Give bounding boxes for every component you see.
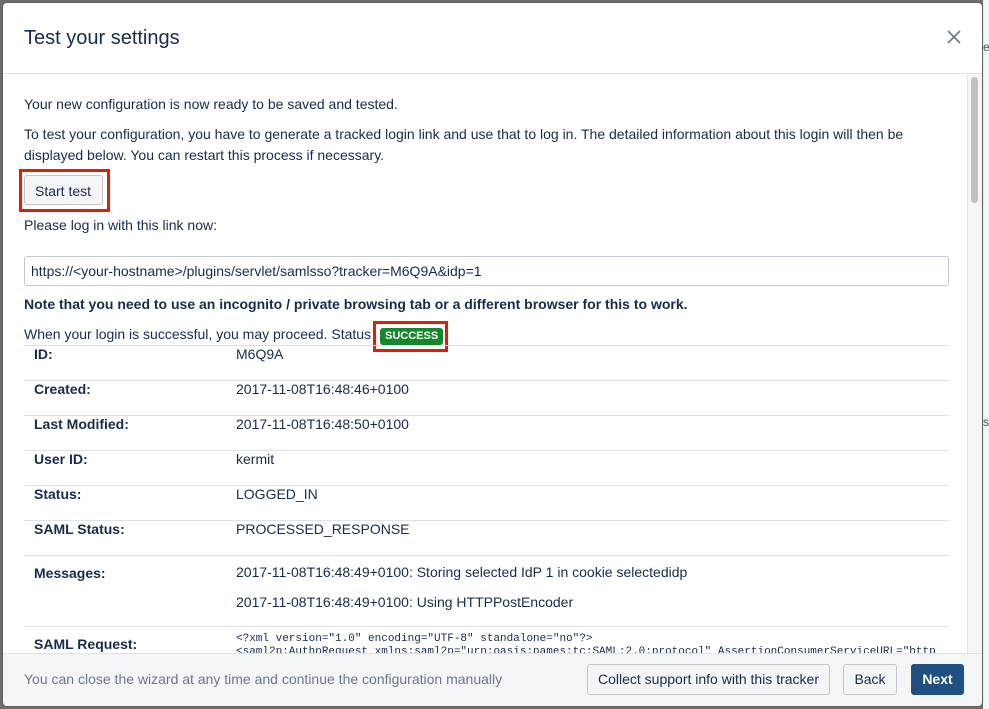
- created-value: 2017-11-08T16:48:46+0100: [226, 380, 949, 416]
- instructions-line-1: To test your configuration, you have to …: [24, 126, 904, 142]
- messages-label: Messages:: [24, 555, 226, 627]
- intro-text: Your new configuration is now ready to b…: [24, 96, 398, 112]
- collect-support-info-button[interactable]: Collect support info with this tracker: [587, 664, 830, 695]
- status-prefix: When your login is successful, you may p…: [24, 326, 372, 342]
- saml-status-label: SAML Status:: [24, 520, 226, 556]
- scrollbar-thumb[interactable]: [971, 77, 978, 203]
- dialog-footer: You can close the wizard at any time and…: [3, 653, 982, 706]
- id-value: M6Q9A: [226, 345, 949, 381]
- modified-value: 2017-11-08T16:48:50+0100: [226, 415, 949, 451]
- saml-request-code-line: <?xml version="1.0" encoding="UTF-8" sta…: [236, 633, 593, 645]
- message-item: 2017-11-08T16:48:49+0100: Using HTTPPost…: [236, 594, 574, 610]
- status-label: Status:: [24, 485, 226, 521]
- background-fragment: e: [983, 40, 989, 54]
- back-button[interactable]: Back: [843, 664, 897, 695]
- saml-status-value: PROCESSED_RESPONSE: [226, 520, 949, 556]
- table-row: Status: LOGGED_IN: [24, 485, 949, 521]
- dialog-title: Test your settings: [24, 27, 180, 49]
- table-row: User ID: kermit: [24, 450, 949, 486]
- tracker-details-table: ID: M6Q9A Created: 2017-11-08T16:48:46+0…: [24, 345, 949, 654]
- saml-request-label: SAML Request:: [24, 626, 226, 654]
- background-fragment: s: [983, 415, 989, 429]
- login-link-field[interactable]: [24, 256, 949, 286]
- dialog-scrollbar[interactable]: [967, 74, 982, 654]
- user-id-label: User ID:: [24, 450, 226, 486]
- table-row: SAML Status: PROCESSED_RESPONSE: [24, 520, 949, 556]
- next-button[interactable]: Next: [911, 664, 964, 695]
- close-icon[interactable]: [944, 27, 964, 47]
- saml-request-value: <?xml version="1.0" encoding="UTF-8" sta…: [226, 626, 949, 654]
- footer-hint: You can close the wizard at any time and…: [24, 671, 503, 687]
- background-page-strip: e s: [983, 0, 989, 709]
- table-row: Messages: 2017-11-08T16:48:49+0100: Stor…: [24, 555, 949, 627]
- dialog-header: Test your settings: [3, 3, 982, 74]
- messages-value: 2017-11-08T16:48:49+0100: Storing select…: [226, 555, 949, 627]
- message-item: 2017-11-08T16:48:49+0100: Storing select…: [236, 564, 688, 580]
- incognito-note: Note that you need to use an incognito /…: [24, 296, 688, 312]
- login-prompt: Please log in with this link now:: [24, 217, 217, 233]
- table-row: ID: M6Q9A: [24, 345, 949, 381]
- dialog-body: Your new configuration is now ready to b…: [3, 74, 982, 654]
- status-value: LOGGED_IN: [226, 485, 949, 521]
- status-badge: SUCCESS: [380, 328, 444, 345]
- created-label: Created:: [24, 380, 226, 416]
- table-row: Last Modified: 2017-11-08T16:48:50+0100: [24, 415, 949, 451]
- instructions-line-2: displayed below. You can restart this pr…: [24, 147, 385, 163]
- start-test-button[interactable]: Start test: [24, 175, 103, 205]
- test-settings-dialog: Test your settings Your new configuratio…: [3, 3, 982, 706]
- table-row: Created: 2017-11-08T16:48:46+0100: [24, 380, 949, 416]
- modified-label: Last Modified:: [24, 415, 226, 451]
- status-line: When your login is successful, you may p…: [24, 324, 371, 345]
- id-label: ID:: [24, 345, 226, 381]
- table-row: SAML Request: <?xml version="1.0" encodi…: [24, 626, 949, 654]
- user-id-value: kermit: [226, 450, 949, 486]
